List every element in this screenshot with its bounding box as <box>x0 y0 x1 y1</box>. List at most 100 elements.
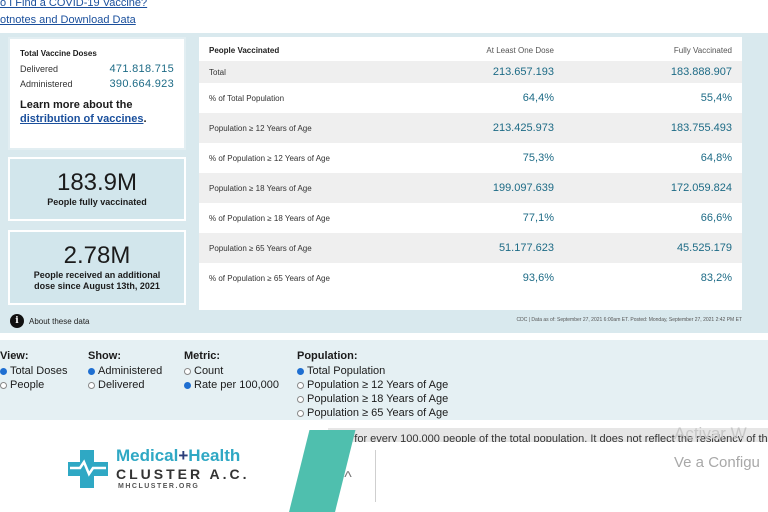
additional-dose-label: People received an additional dose since… <box>33 270 161 291</box>
logo-subtitle: CLUSTER A.C. <box>116 466 250 482</box>
table-row: Total 213.657.193 183.888.907 <box>199 61 742 83</box>
option-label: Rate per 100,000 <box>194 379 280 391</box>
row-one-dose: 51.177.623 <box>498 242 554 254</box>
metric-filter: Metric: Count Rate per 100,000 <box>184 350 279 392</box>
logo-plus: + <box>178 446 189 465</box>
additional-dose-value: 2.78M <box>63 242 131 269</box>
activation-watermark-sub: Ve a Configu <box>674 454 760 471</box>
metric-option-count[interactable]: Count <box>184 364 279 378</box>
metric-option-rate[interactable]: Rate per 100,000 <box>184 378 279 392</box>
footnotes-download-link[interactable]: otnotes and Download Data <box>0 14 136 26</box>
delivered-row: Delivered 471.818.715 <box>20 63 174 75</box>
population-filter: Population: Total Population Population … <box>297 350 448 420</box>
table-header: People Vaccinated At Least One Dose Full… <box>199 37 742 63</box>
divider <box>375 450 376 502</box>
row-one-dose: 213.425.973 <box>492 122 554 134</box>
show-filter: Show: Administered Delivered <box>88 350 162 392</box>
option-label: Count <box>194 365 224 377</box>
show-option-administered[interactable]: Administered <box>88 364 162 378</box>
population-option-12[interactable]: Population ≥ 12 Years of Age <box>297 378 448 392</box>
administered-row: Administered 390.664.923 <box>20 78 174 90</box>
header-fully-vaccinated: Fully Vaccinated <box>673 45 732 55</box>
row-one-dose: 213.657.193 <box>492 66 554 78</box>
radio-icon <box>297 367 304 375</box>
row-label: Population ≥ 12 Years of Age <box>209 123 312 133</box>
radio-icon <box>0 381 7 389</box>
row-one-dose: 75,3% <box>522 152 554 164</box>
row-fully: 183.755.493 <box>670 122 732 134</box>
fully-vaccinated-value: 183.9M <box>56 169 138 196</box>
row-fully: 66,6% <box>700 212 732 224</box>
population-title: Population: <box>297 350 358 362</box>
logo-url: MHCLUSTER.ORG <box>118 483 200 490</box>
vaccine-doses-card: Total Vaccine Doses Delivered 471.818.71… <box>8 37 186 150</box>
row-label: % of Total Population <box>209 93 285 103</box>
row-fully: 172.059.824 <box>670 182 732 194</box>
row-label: % of Population ≥ 18 Years of Age <box>209 213 330 223</box>
activation-watermark: Activar W <box>674 424 747 443</box>
option-label: Population ≥ 18 Years of Age <box>307 393 449 405</box>
view-option-total-doses[interactable]: Total Doses <box>0 364 67 378</box>
header-at-least-one-dose: At Least One Dose <box>486 45 554 55</box>
radio-icon <box>88 381 95 389</box>
table-row: Population ≥ 12 Years of Age 213.425.973… <box>199 113 742 143</box>
row-label: Population ≥ 18 Years of Age <box>209 183 312 193</box>
row-fully: 45.525.179 <box>676 242 732 254</box>
fully-vaccinated-label: People fully vaccinated <box>47 197 147 207</box>
source-note: CDC | Data as of: September 27, 2021 6:0… <box>516 317 743 323</box>
table-row: Population ≥ 65 Years of Age 51.177.623 … <box>199 233 742 263</box>
row-label: Total <box>209 67 226 77</box>
radio-icon <box>88 367 95 375</box>
radio-icon <box>0 367 7 375</box>
additional-dose-stat: 2.78M People received an additional dose… <box>8 230 186 305</box>
filters-bar: View: Total Doses People Show: Administe… <box>0 340 768 420</box>
row-one-dose: 199.097.639 <box>492 182 554 194</box>
table-row: % of Population ≥ 18 Years of Age 77,1% … <box>199 203 742 233</box>
row-fully: 83,2% <box>700 272 732 284</box>
fully-vaccinated-stat: 183.9M People fully vaccinated <box>8 157 186 221</box>
medical-cross-icon <box>68 450 108 488</box>
distribution-link[interactable]: distribution of vaccines <box>20 113 143 125</box>
medical-health-cluster-logo: Medical+Health CLUSTER A.C. MHCLUSTER.OR… <box>66 446 266 496</box>
row-label: % of Population ≥ 65 Years of Age <box>209 273 330 283</box>
table-row: % of Population ≥ 12 Years of Age 75,3% … <box>199 143 742 173</box>
about-label: About these data <box>29 316 90 326</box>
administered-label: Administered <box>20 79 73 89</box>
radio-icon <box>297 409 304 417</box>
population-option-18[interactable]: Population ≥ 18 Years of Age <box>297 392 448 406</box>
delivered-label: Delivered <box>20 64 59 74</box>
view-option-people[interactable]: People <box>0 378 67 392</box>
radio-icon <box>184 381 191 389</box>
row-label: Population ≥ 65 Years of Age <box>209 243 312 253</box>
option-label: Administered <box>98 365 163 377</box>
footer: Medical+Health CLUSTER A.C. MHCLUSTER.OR… <box>0 420 768 512</box>
option-label: Population ≥ 65 Years of Age <box>307 407 449 419</box>
logo-medical: Medical <box>116 446 179 465</box>
doses-heading: Total Vaccine Doses <box>20 49 97 58</box>
option-label: Total Population <box>307 365 386 377</box>
logo-title: Medical+Health <box>116 446 240 466</box>
logo-health: Health <box>188 446 241 465</box>
chevron-up-icon[interactable]: ^ <box>336 466 360 490</box>
show-option-delivered[interactable]: Delivered <box>88 378 162 392</box>
population-option-65[interactable]: Population ≥ 65 Years of Age <box>297 406 448 420</box>
find-vaccine-link[interactable]: o I Find a COVID-19 Vaccine? <box>0 0 147 9</box>
radio-icon <box>184 367 191 375</box>
header-people-vaccinated: People Vaccinated <box>209 45 280 55</box>
about-these-data[interactable]: i About these data <box>10 314 90 328</box>
people-vaccinated-table: People Vaccinated At Least One Dose Full… <box>199 37 742 310</box>
view-title: View: <box>0 350 29 362</box>
info-icon: i <box>10 314 24 328</box>
row-one-dose: 64,4% <box>522 92 554 104</box>
population-option-total[interactable]: Total Population <box>297 364 448 378</box>
learn-more-label: Learn more about the <box>20 99 133 111</box>
table-row: % of Total Population 64,4% 55,4% <box>199 83 742 113</box>
administered-value: 390.664.923 <box>109 78 174 90</box>
table-row: % of Population ≥ 65 Years of Age 93,6% … <box>199 263 742 293</box>
row-fully: 183.888.907 <box>670 66 732 78</box>
radio-icon <box>297 381 304 389</box>
learn-more-text: Learn more about the distribution of vac… <box>20 98 174 126</box>
option-label: People <box>10 379 45 391</box>
option-label: Population ≥ 12 Years of Age <box>307 379 449 391</box>
table-row: Population ≥ 18 Years of Age 199.097.639… <box>199 173 742 203</box>
